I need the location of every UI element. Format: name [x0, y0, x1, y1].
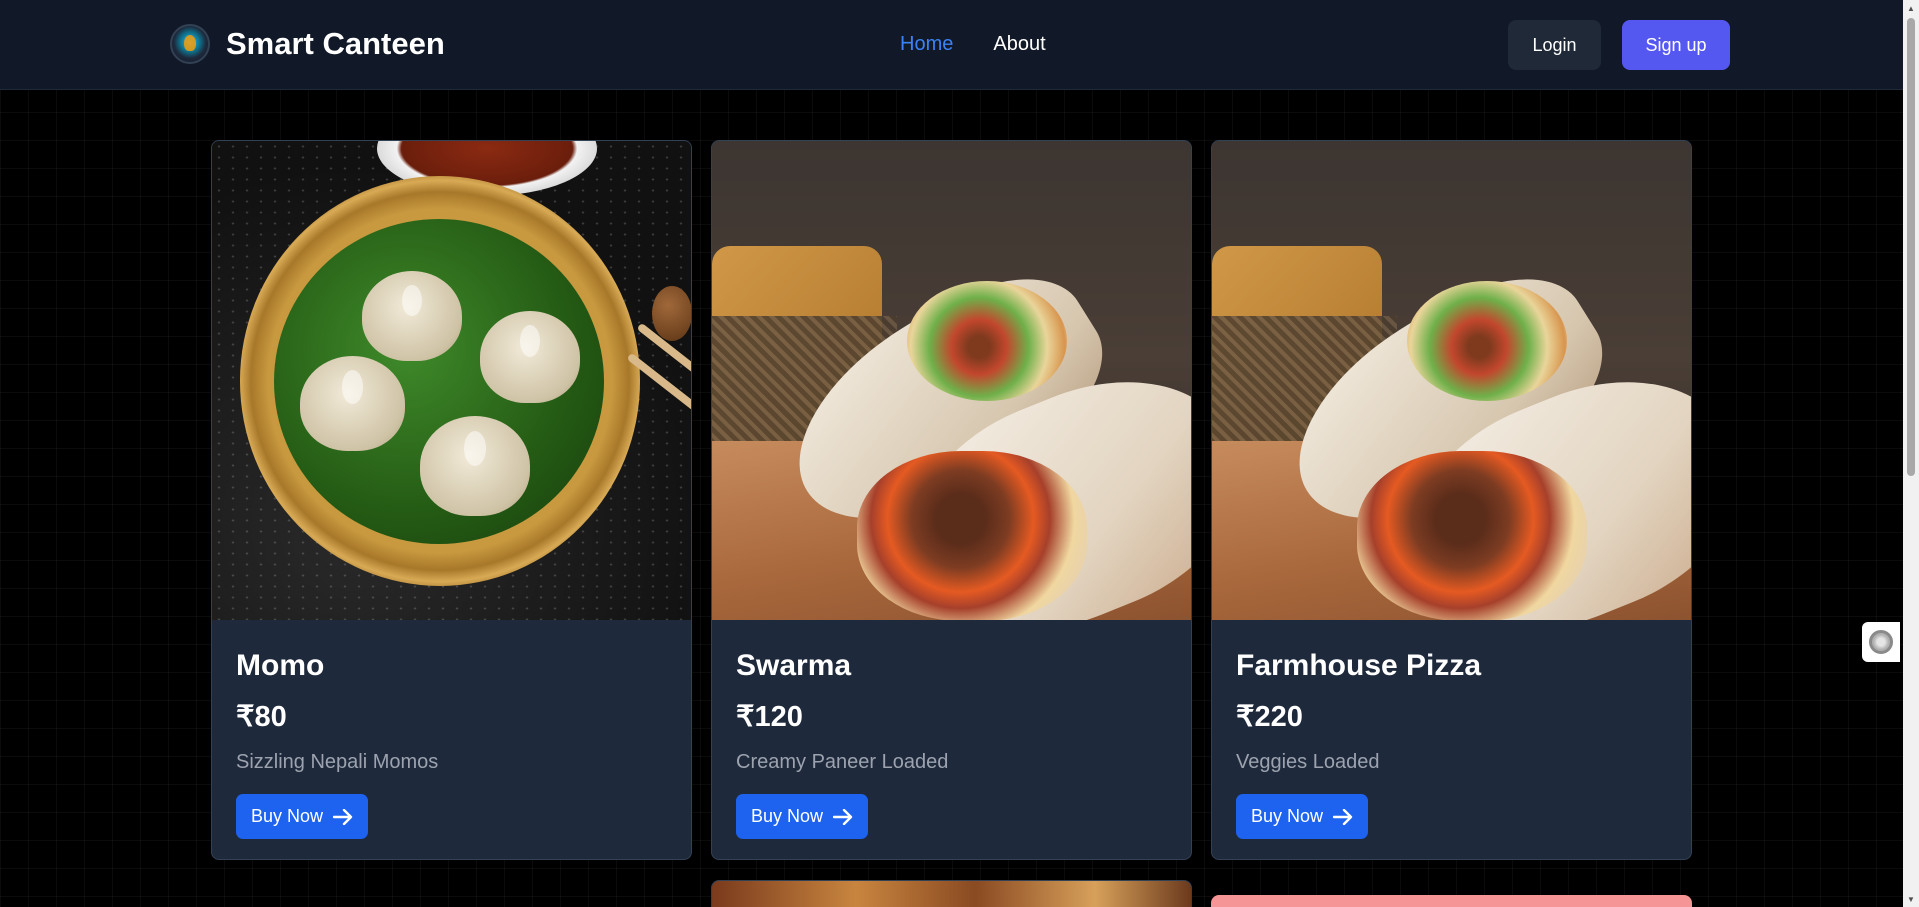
nav-links: Home About	[900, 33, 1046, 56]
product-price: ₹220	[1236, 701, 1303, 733]
buy-now-label: Buy Now	[1251, 806, 1324, 826]
product-name: Farmhouse Pizza	[1236, 649, 1482, 682]
brand[interactable]: Smart Canteen	[170, 24, 445, 64]
scrollbar-thumb[interactable]	[1907, 18, 1915, 476]
arrow-right-icon	[833, 808, 853, 825]
scroll-up-icon[interactable]: ▲	[1906, 3, 1916, 13]
navbar: Smart Canteen Home About Login Sign up	[0, 0, 1903, 90]
page-scrollbar[interactable]: ▲ ▼	[1903, 0, 1919, 907]
brand-name: Smart Canteen	[226, 26, 445, 61]
nav-link-about[interactable]: About	[993, 33, 1045, 56]
buy-now-button-swarma[interactable]: Buy Now	[736, 794, 869, 839]
buy-now-label: Buy Now	[751, 806, 824, 826]
product-name: Swarma	[736, 649, 852, 682]
canteen-logo-icon	[170, 24, 210, 64]
widget-icon	[1869, 630, 1893, 654]
buy-now-button-momo[interactable]: Buy Now	[236, 794, 369, 839]
arrow-right-icon	[1333, 808, 1353, 825]
product-card-next-row-1[interactable]	[711, 880, 1192, 907]
product-price: ₹80	[236, 701, 287, 733]
arrow-right-icon	[333, 808, 353, 825]
product-card-farmhouse-pizza: Farmhouse Pizza ₹220 Veggies Loaded Buy …	[1211, 140, 1692, 860]
product-image-farmhouse-pizza	[1212, 141, 1691, 620]
product-image-swarma	[712, 141, 1191, 620]
floating-widget-button[interactable]	[1862, 622, 1900, 662]
product-image-momo	[212, 141, 691, 620]
buy-now-label: Buy Now	[251, 806, 324, 826]
scroll-down-icon[interactable]: ▼	[1906, 894, 1916, 904]
product-description: Sizzling Nepali Momos	[236, 751, 439, 773]
product-card-next-row-2[interactable]	[1211, 895, 1692, 907]
buy-now-button-farmhouse-pizza[interactable]: Buy Now	[1236, 794, 1369, 839]
product-name: Momo	[236, 649, 325, 682]
product-description: Creamy Paneer Loaded	[736, 751, 949, 773]
product-card-momo: Momo ₹80 Sizzling Nepali Momos Buy Now	[211, 140, 692, 860]
signup-button[interactable]: Sign up	[1622, 20, 1730, 70]
product-card-swarma: Swarma ₹120 Creamy Paneer Loaded Buy Now	[711, 140, 1192, 860]
product-price: ₹120	[736, 701, 803, 733]
nav-link-home[interactable]: Home	[900, 33, 953, 56]
product-description: Veggies Loaded	[1236, 751, 1380, 773]
login-button[interactable]: Login	[1508, 20, 1601, 70]
